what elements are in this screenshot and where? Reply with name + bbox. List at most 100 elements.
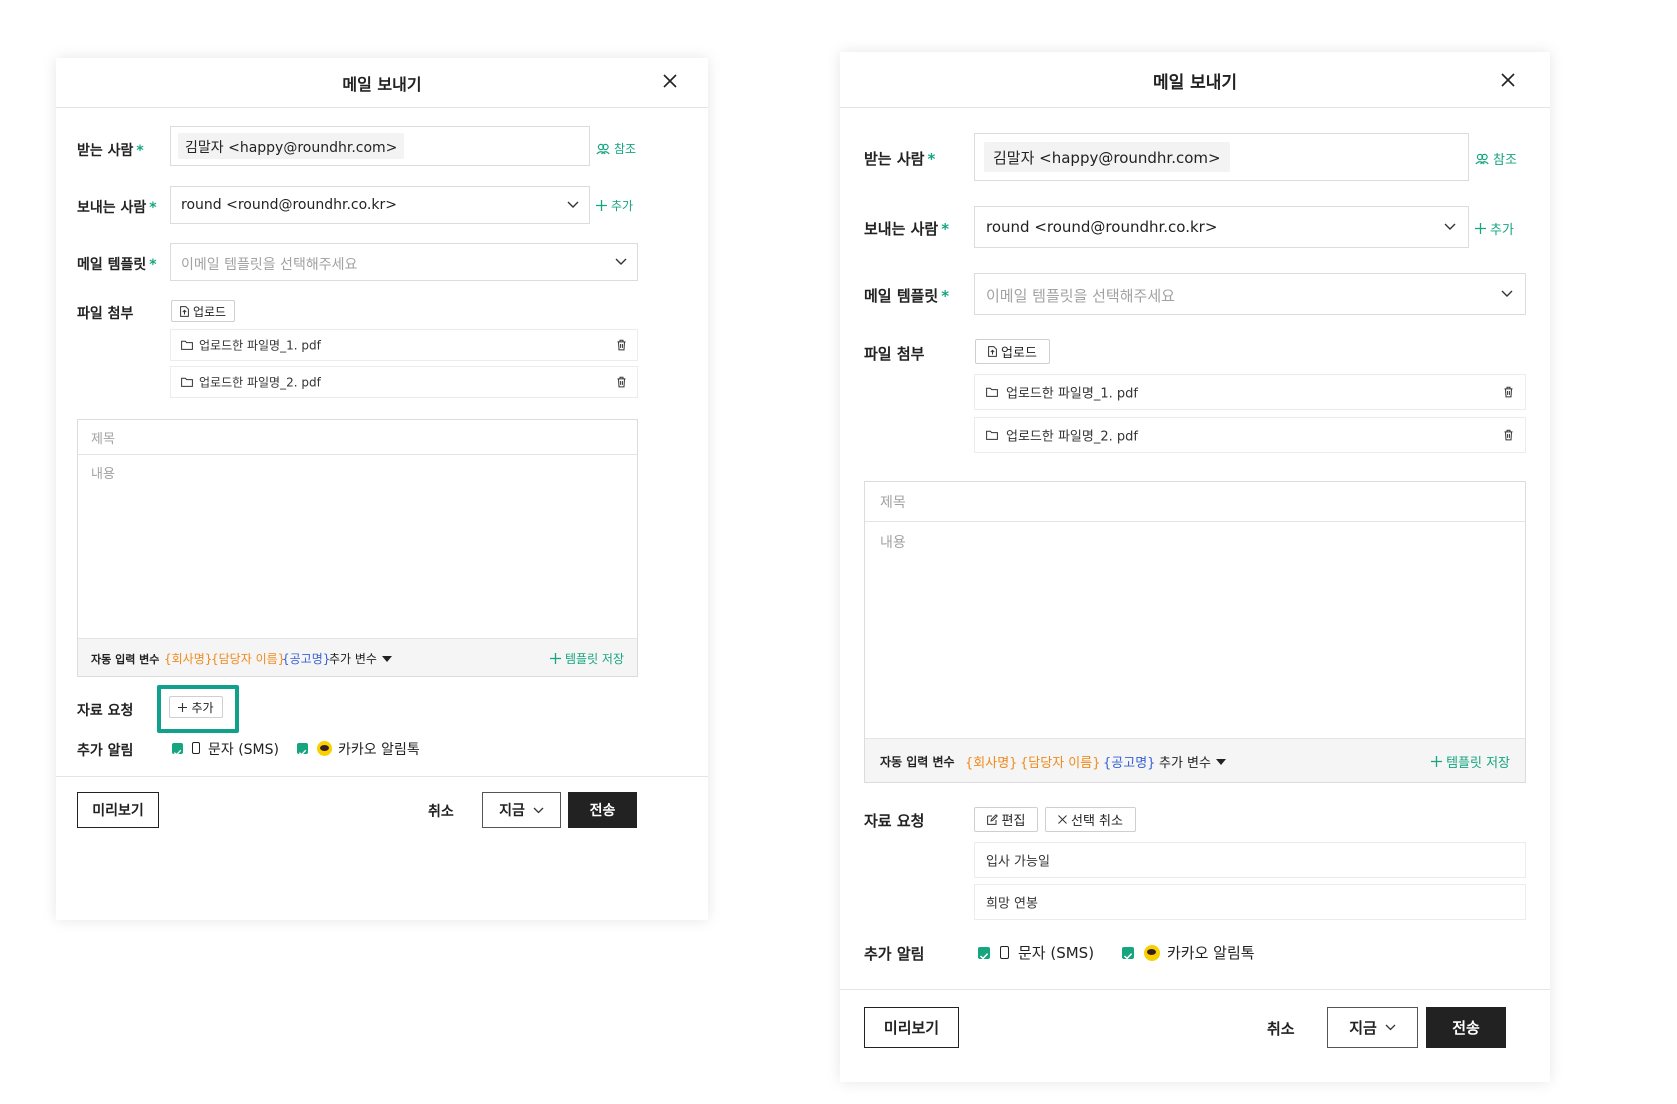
add-sender-label: 추가 — [611, 199, 634, 213]
plus-icon — [549, 653, 561, 664]
notify-label: 추가 알림 — [864, 945, 925, 963]
notify-label: 추가 알림 — [77, 743, 134, 759]
var-posting[interactable]: {공고명} — [282, 650, 330, 667]
cancel-button[interactable]: 취소 — [1267, 1018, 1295, 1039]
var-posting[interactable]: {공고명} — [1103, 752, 1155, 771]
edit-request-label: 편집 — [1001, 814, 1026, 829]
sms-checkbox[interactable] — [978, 947, 990, 960]
template-placeholder: 이메일 템플릿을 선택해주세요 — [181, 257, 358, 273]
send-button[interactable]: 전송 — [1426, 1007, 1506, 1048]
var-manager[interactable]: {담당자 이름} — [1020, 752, 1100, 771]
save-template-label: 템플릿 저장 — [1446, 756, 1510, 771]
subject-input[interactable]: 제목 — [78, 420, 637, 455]
recipient-field[interactable]: 김말자 <happy@roundhr.com> — [170, 126, 590, 166]
chevron-down-icon — [533, 807, 544, 813]
send-button[interactable]: 전송 — [568, 792, 637, 828]
file-name: 업로드한 파일명_1. pdf — [1006, 386, 1138, 402]
edit-request-button[interactable]: 편집 — [974, 807, 1038, 832]
send-timing-label: 지금 — [1349, 1019, 1377, 1037]
dialog-title: 메일 보내기 — [1152, 73, 1238, 93]
close-icon[interactable] — [1500, 72, 1516, 92]
upload-button[interactable]: 업로드 — [975, 339, 1050, 364]
file-name: 업로드한 파일명_2. pdf — [199, 375, 321, 390]
send-timing-dropdown[interactable]: 지금 — [1327, 1007, 1418, 1048]
auto-variables-label: 자동 입력 변수 — [91, 653, 160, 666]
requested-item-row[interactable]: 입사 가능일 — [974, 842, 1526, 878]
cc-link-label: 참조 — [1493, 153, 1517, 168]
mail-editor: 제목 내용 자동 입력 변수 {회사명} {담당자 이름} {공고명} 추가 변… — [864, 481, 1526, 783]
send-mail-dialog-left: 메일 보내기 받는 사람 * 김말자 <happy@roundhr.com> 참조… — [56, 58, 708, 920]
recipient-field[interactable]: 김말자 <happy@roundhr.com> — [974, 133, 1469, 181]
kakao-label: 카카오 알림톡 — [338, 742, 420, 758]
upload-label: 업로드 — [192, 304, 227, 319]
var-company[interactable]: {회사명} — [965, 752, 1017, 771]
dialog-header: 메일 보내기 — [56, 58, 708, 108]
dialog-header: 메일 보내기 — [840, 52, 1550, 108]
body-textarea[interactable]: 내용 — [78, 455, 637, 638]
chevron-down-icon — [567, 201, 579, 208]
send-timing-label: 지금 — [499, 803, 525, 819]
attached-file-row: 업로드한 파일명_1. pdf — [974, 374, 1526, 410]
save-template-link[interactable]: 템플릿 저장 — [1431, 752, 1510, 771]
request-label: 자료 요청 — [77, 703, 134, 719]
sms-checkbox[interactable] — [172, 743, 183, 756]
plus-icon — [596, 200, 607, 211]
add-sender-label: 추가 — [1490, 223, 1514, 238]
plus-icon — [178, 702, 188, 712]
cc-link[interactable]: 참조 — [596, 140, 636, 157]
kakao-checkbox[interactable] — [297, 743, 308, 756]
folder-icon — [986, 430, 998, 440]
attachment-label: 파일 첨부 — [864, 345, 925, 363]
trash-icon[interactable] — [617, 339, 626, 351]
deselect-request-label: 선택 취소 — [1071, 814, 1123, 829]
upload-file-icon — [988, 346, 997, 357]
preview-button[interactable]: 미리보기 — [864, 1007, 959, 1048]
sender-select[interactable]: round <round@roundhr.co.kr> — [170, 186, 590, 224]
sms-label: 문자 (SMS) — [208, 742, 279, 758]
add-sender-link[interactable]: 추가 — [1475, 219, 1514, 238]
add-variable-dropdown[interactable]: 추가 변수 — [1159, 752, 1226, 771]
trash-icon[interactable] — [617, 376, 626, 388]
deselect-request-button[interactable]: 선택 취소 — [1045, 807, 1136, 832]
send-timing-dropdown[interactable]: 지금 — [482, 792, 561, 828]
phone-icon — [1000, 946, 1009, 959]
close-icon[interactable] — [662, 73, 678, 93]
upload-button[interactable]: 업로드 — [171, 300, 235, 322]
file-name: 업로드한 파일명_2. pdf — [1006, 429, 1138, 445]
template-select[interactable]: 이메일 템플릿을 선택해주세요 — [974, 273, 1526, 315]
sender-select[interactable]: round <round@roundhr.co.kr> — [974, 206, 1469, 248]
body-textarea[interactable]: 내용 — [865, 522, 1525, 740]
add-variable-label: 추가 변수 — [1159, 756, 1211, 771]
cancel-button[interactable]: 취소 — [428, 801, 454, 821]
folder-icon — [181, 340, 193, 350]
kakao-icon — [317, 741, 332, 756]
subject-input[interactable]: 제목 — [865, 482, 1525, 522]
add-sender-link[interactable]: 추가 — [596, 197, 633, 214]
kakao-label: 카카오 알림톡 — [1167, 944, 1255, 962]
auto-variables-bar: 자동 입력 변수 {회사명} {담당자 이름} {공고명} 추가 변수 템플릿 … — [78, 638, 637, 676]
people-icon — [596, 143, 610, 154]
caret-down-icon — [381, 655, 392, 662]
var-company[interactable]: {회사명} — [164, 650, 212, 667]
cc-link-label: 참조 — [614, 142, 637, 156]
recipient-chip[interactable]: 김말자 <happy@roundhr.com> — [178, 133, 405, 159]
kakao-checkbox[interactable] — [1122, 947, 1134, 960]
plus-icon — [1431, 756, 1443, 767]
var-manager[interactable]: {담당자 이름} — [211, 650, 285, 667]
template-select[interactable]: 이메일 템플릿을 선택해주세요 — [170, 243, 638, 281]
auto-variables-bar: 자동 입력 변수 {회사명} {담당자 이름} {공고명} 추가 변수 템플릿 … — [865, 738, 1525, 782]
upload-label: 업로드 — [1001, 346, 1037, 361]
save-template-link[interactable]: 템플릿 저장 — [549, 650, 624, 667]
recipient-chip[interactable]: 김말자 <happy@roundhr.com> — [984, 142, 1230, 172]
preview-button[interactable]: 미리보기 — [77, 792, 159, 828]
requested-item-label: 입사 가능일 — [986, 854, 1050, 870]
trash-icon[interactable] — [1504, 429, 1513, 441]
add-request-button[interactable]: 추가 — [169, 696, 223, 718]
attached-file-row: 업로드한 파일명_2. pdf — [974, 417, 1526, 453]
requested-item-row[interactable]: 희망 연봉 — [974, 884, 1526, 920]
sender-value: round <round@roundhr.co.kr> — [181, 197, 397, 213]
add-variable-dropdown[interactable]: 추가 변수 — [329, 650, 392, 667]
cc-link[interactable]: 참조 — [1475, 149, 1517, 168]
request-label: 자료 요청 — [864, 812, 925, 830]
trash-icon[interactable] — [1504, 386, 1513, 398]
